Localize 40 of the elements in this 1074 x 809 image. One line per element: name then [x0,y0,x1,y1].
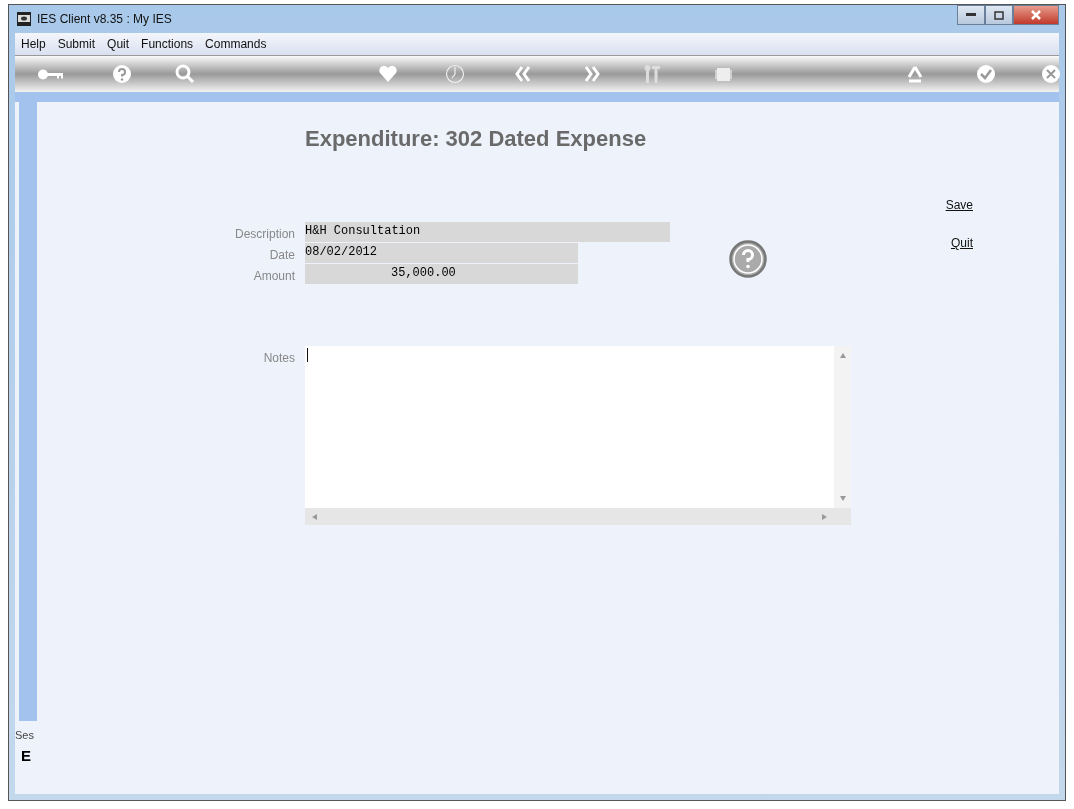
maximize-button[interactable] [985,5,1013,25]
menu-item[interactable]: Help [21,37,46,51]
check-icon[interactable] [976,64,997,85]
scroll-down-icon[interactable] [839,496,846,502]
maximize-icon [994,10,1004,20]
minimize-icon [966,13,976,17]
field-label: Description [233,226,295,242]
scroll-right-icon[interactable] [822,513,828,520]
help-icon[interactable] [111,64,132,85]
field-label: Amount [252,268,295,284]
field-label: Date [268,247,295,263]
session-glyph: E [20,746,32,766]
window-title: IES Client v8.35 : My IES [37,12,172,26]
search-icon[interactable] [175,64,196,85]
tools-icon[interactable] [642,64,663,85]
action-link[interactable]: Quit [951,236,973,250]
menu-item[interactable]: Functions [141,37,194,51]
close-icon [1030,9,1042,21]
menu-item[interactable]: Submit [57,37,96,51]
input-field[interactable]: 35,000.00 [305,264,578,284]
notes-field[interactable] [305,346,851,525]
field-label: Notes [262,350,295,367]
scroll-up-icon[interactable] [839,352,846,358]
menu-item[interactable]: Quit [107,37,130,51]
app-icon [17,12,31,26]
input-field[interactable]: 08/02/2012 [305,243,578,263]
close-button[interactable] [1013,5,1059,25]
scrollbar-corner [834,508,851,525]
help-icon[interactable] [729,240,767,278]
horizontal-scrollbar[interactable] [305,508,834,525]
page-heading: Expenditure: 302 Dated Expense [305,126,648,152]
scroll-left-icon[interactable] [311,513,317,520]
clock-icon[interactable] [445,64,466,85]
close-icon[interactable] [1041,64,1062,85]
input-field[interactable]: H&H Consultation [305,222,670,242]
session-label: Ses [15,728,35,741]
vertical-scrollbar[interactable] [834,346,851,508]
minimize-button[interactable] [957,5,985,25]
menu-item[interactable]: Commands [205,37,267,51]
action-link[interactable]: Save [945,198,973,212]
